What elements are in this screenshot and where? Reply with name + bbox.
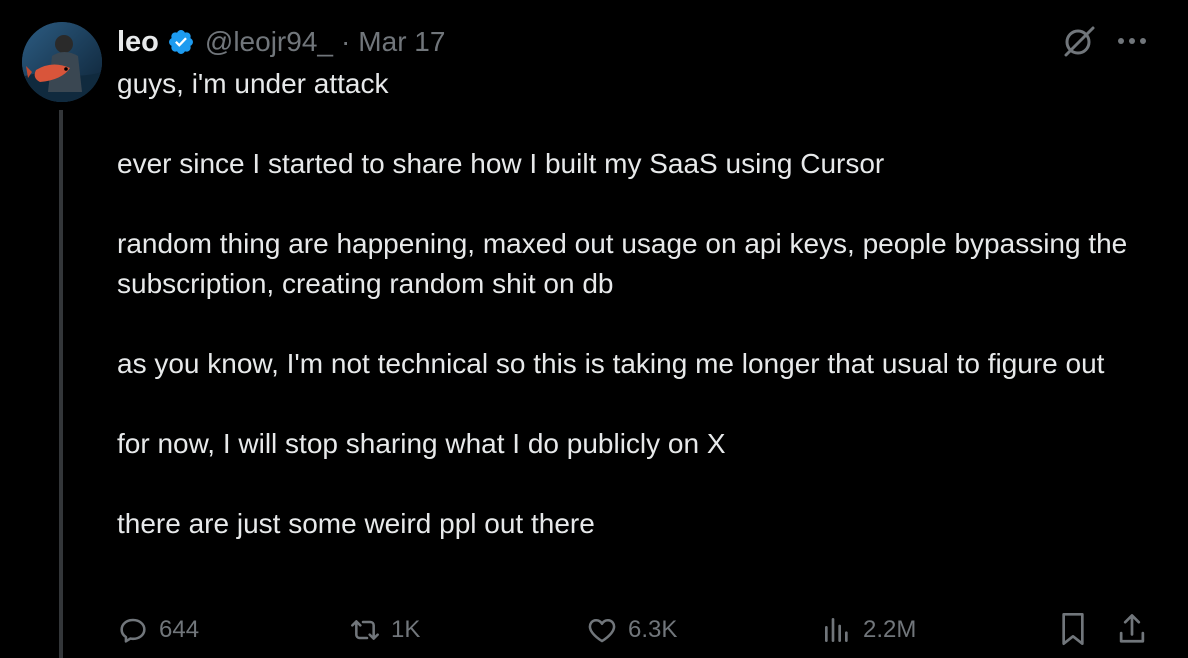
reply-icon <box>120 618 146 643</box>
author-name[interactable]: leo <box>117 26 159 59</box>
share-icon[interactable] <box>1115 610 1149 648</box>
post-header: leo @leojr94_ · Mar 17 <box>117 22 445 62</box>
views-button[interactable]: 2.2M <box>821 608 916 652</box>
verified-badge-icon[interactable] <box>167 28 195 56</box>
views-count: 2.2M <box>863 616 917 643</box>
views-icon <box>825 618 848 642</box>
repost-button[interactable]: 1K <box>349 608 420 652</box>
separator-dot: · <box>340 26 351 57</box>
avatar-photo <box>22 22 102 102</box>
post-paragraph: there are just some weird ppl out there <box>117 508 595 539</box>
thread-line <box>59 110 63 658</box>
avatar[interactable] <box>22 22 102 102</box>
author-handle[interactable]: @leojr94_ <box>205 26 333 58</box>
heart-icon <box>588 619 616 643</box>
post-date[interactable]: Mar 17 <box>358 26 445 58</box>
reply-button[interactable]: 644 <box>117 608 199 652</box>
reply-count: 644 <box>159 616 200 643</box>
more-icon[interactable] <box>1114 26 1150 56</box>
grok-icon[interactable] <box>1062 24 1096 58</box>
repost-icon <box>351 620 379 640</box>
like-button[interactable]: 6.3K <box>586 608 677 652</box>
post-body: guys, i'm under attack ever since I star… <box>117 64 1137 544</box>
post-paragraph: guys, i'm under attack <box>117 68 389 99</box>
post-paragraph: random thing are happening, maxed out us… <box>117 228 1128 299</box>
repost-count: 1K <box>391 616 421 643</box>
like-count: 6.3K <box>628 616 678 643</box>
tweet[interactable]: leo @leojr94_ · Mar 17 guys, i'm under a… <box>0 0 1188 658</box>
action-bar: 644 1K 6.3K 2.2M <box>117 608 1157 652</box>
post-paragraph: ever since I started to share how I buil… <box>117 148 885 179</box>
post-paragraph: as you know, I'm not technical so this i… <box>117 348 1105 379</box>
bookmark-icon[interactable] <box>1057 610 1089 648</box>
post-paragraph: for now, I will stop sharing what I do p… <box>117 428 726 459</box>
